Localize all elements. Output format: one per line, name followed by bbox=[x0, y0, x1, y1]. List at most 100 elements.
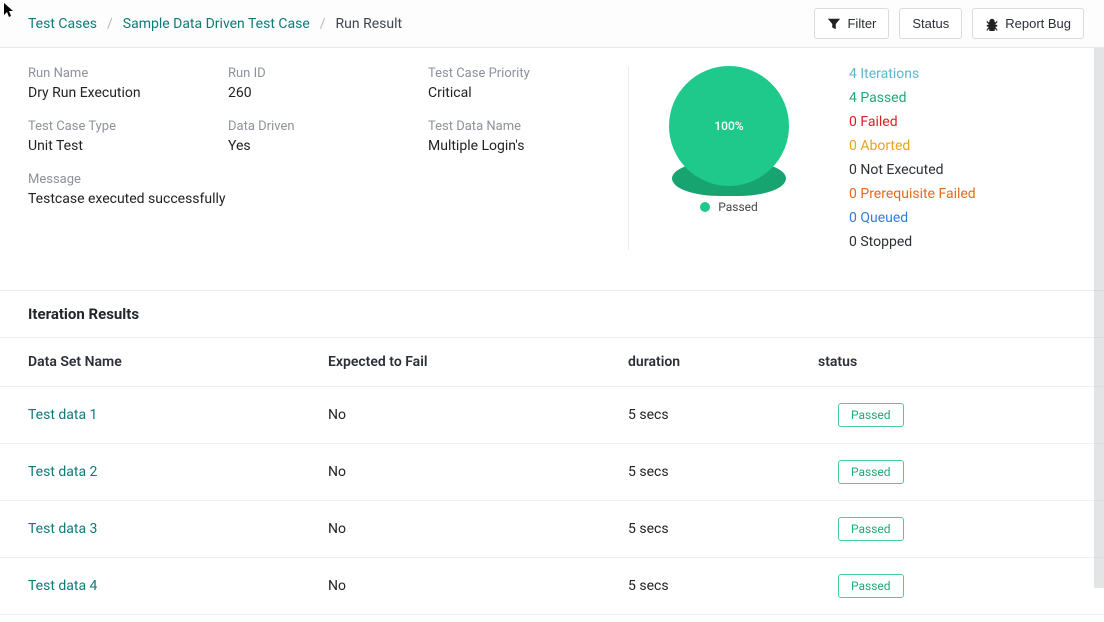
pie-legend: Passed bbox=[700, 200, 758, 214]
case-type-value: Unit Test bbox=[28, 138, 228, 154]
stat-iterations-label: Iterations bbox=[860, 66, 919, 82]
stat-prerequisite-failed[interactable]: 0 Prerequisite Failed bbox=[849, 186, 976, 202]
stat-passed-label: Passed bbox=[860, 90, 906, 106]
legend-label-passed: Passed bbox=[718, 200, 758, 214]
stat-passed-count: 4 bbox=[849, 90, 857, 106]
field-run-id: Run ID 260 bbox=[228, 66, 428, 101]
field-message: Message Testcase executed successfully bbox=[28, 172, 628, 207]
breadcrumb-test-cases[interactable]: Test Cases bbox=[28, 16, 97, 32]
pie-center-label: 100% bbox=[669, 66, 789, 186]
stat-stopped-count: 0 bbox=[849, 234, 857, 250]
message-label: Message bbox=[28, 172, 628, 187]
status-label: Status bbox=[912, 16, 949, 31]
status-button[interactable]: Status bbox=[899, 8, 962, 39]
data-set-link[interactable]: Test data 3 bbox=[28, 521, 328, 537]
run-summary: Run Name Dry Run Execution Run ID 260 Te… bbox=[0, 48, 1104, 290]
iteration-results-title: Iteration Results bbox=[0, 290, 1104, 338]
data-set-link[interactable]: Test data 1 bbox=[28, 407, 328, 423]
table-row: Test data 2 No 5 secs Passed bbox=[0, 444, 1104, 501]
filter-button[interactable]: Filter bbox=[814, 8, 889, 39]
stat-iterations-count: 4 bbox=[849, 66, 857, 82]
stat-iterations[interactable]: 4 Iterations bbox=[849, 66, 976, 82]
report-bug-button[interactable]: Report Bug bbox=[972, 8, 1084, 39]
field-test-data-name: Test Data Name Multiple Login's bbox=[428, 119, 628, 154]
stat-queued-label: Queued bbox=[860, 210, 908, 226]
col-data-set-name: Data Set Name bbox=[28, 354, 328, 370]
priority-value: Critical bbox=[428, 85, 628, 101]
breadcrumb-sep: / bbox=[107, 16, 113, 32]
bug-icon bbox=[985, 17, 999, 31]
field-data-driven: Data Driven Yes bbox=[228, 119, 428, 154]
run-id-value: 260 bbox=[228, 85, 428, 101]
filter-icon bbox=[827, 17, 841, 31]
run-name-label: Run Name bbox=[28, 66, 228, 81]
content-scroll[interactable]: Run Name Dry Run Execution Run ID 260 Te… bbox=[0, 48, 1104, 622]
breadcrumb: Test Cases / Sample Data Driven Test Cas… bbox=[28, 16, 402, 32]
report-bug-label: Report Bug bbox=[1005, 16, 1071, 31]
col-duration: duration bbox=[628, 354, 818, 370]
stat-queued-count: 0 bbox=[849, 210, 857, 226]
data-set-link[interactable]: Test data 2 bbox=[28, 464, 328, 480]
stat-not-executed[interactable]: 0 Not Executed bbox=[849, 162, 976, 178]
duration-value: 5 secs bbox=[628, 578, 818, 594]
pie-chart: 100% bbox=[669, 66, 789, 186]
status-badge: Passed bbox=[838, 403, 904, 427]
duration-value: 5 secs bbox=[628, 521, 818, 537]
stat-stopped[interactable]: 0 Stopped bbox=[849, 234, 976, 250]
duration-value: 5 secs bbox=[628, 407, 818, 423]
exp-fail-value: No bbox=[328, 521, 628, 537]
breadcrumb-sample-case[interactable]: Sample Data Driven Test Case bbox=[123, 16, 310, 32]
stat-stopped-label: Stopped bbox=[860, 234, 912, 250]
stat-notexec-count: 0 bbox=[849, 162, 857, 178]
run-id-label: Run ID bbox=[228, 66, 428, 81]
stats-list: 4 Iterations 4 Passed 0 Failed 0 Aborted… bbox=[849, 66, 976, 250]
stat-failed-label: Failed bbox=[860, 114, 897, 130]
summary-fields: Run Name Dry Run Execution Run ID 260 Te… bbox=[28, 66, 628, 250]
status-badge: Passed bbox=[838, 460, 904, 484]
test-data-name-label: Test Data Name bbox=[428, 119, 628, 134]
stat-failed-count: 0 bbox=[849, 114, 857, 130]
stat-aborted[interactable]: 0 Aborted bbox=[849, 138, 976, 154]
table-row: Test data 4 No 5 secs Passed bbox=[0, 558, 1104, 615]
iteration-table: Data Set Name Expected to Fail duration … bbox=[0, 338, 1104, 615]
scrollbar-vertical[interactable] bbox=[1094, 48, 1104, 588]
breadcrumb-sep: / bbox=[320, 16, 326, 32]
col-status: status bbox=[818, 354, 1076, 370]
priority-label: Test Case Priority bbox=[428, 66, 628, 81]
data-driven-label: Data Driven bbox=[228, 119, 428, 134]
legend-dot-passed bbox=[700, 202, 710, 212]
iteration-header-row: Data Set Name Expected to Fail duration … bbox=[0, 338, 1104, 387]
exp-fail-value: No bbox=[328, 464, 628, 480]
field-run-name: Run Name Dry Run Execution bbox=[28, 66, 228, 101]
filter-label: Filter bbox=[847, 16, 876, 31]
stat-notexec-label: Not Executed bbox=[860, 162, 943, 178]
stat-queued[interactable]: 0 Queued bbox=[849, 210, 976, 226]
message-value: Testcase executed successfully bbox=[28, 191, 628, 207]
status-badge: Passed bbox=[838, 574, 904, 598]
breadcrumb-current: Run Result bbox=[336, 16, 403, 32]
test-data-name-value: Multiple Login's bbox=[428, 138, 628, 154]
field-priority: Test Case Priority Critical bbox=[428, 66, 628, 101]
topbar: Test Cases / Sample Data Driven Test Cas… bbox=[0, 0, 1104, 48]
stat-prereq-label: Prerequisite Failed bbox=[860, 186, 975, 202]
field-case-type: Test Case Type Unit Test bbox=[28, 119, 228, 154]
stat-failed[interactable]: 0 Failed bbox=[849, 114, 976, 130]
stat-aborted-label: Aborted bbox=[860, 138, 910, 154]
topbar-actions: Filter Status Report Bug bbox=[814, 8, 1084, 39]
run-name-value: Dry Run Execution bbox=[28, 85, 228, 101]
stat-prereq-count: 0 bbox=[849, 186, 857, 202]
table-row: Test data 3 No 5 secs Passed bbox=[0, 501, 1104, 558]
case-type-label: Test Case Type bbox=[28, 119, 228, 134]
stat-passed[interactable]: 4 Passed bbox=[849, 90, 976, 106]
status-badge: Passed bbox=[838, 517, 904, 541]
stat-aborted-count: 0 bbox=[849, 138, 857, 154]
data-driven-value: Yes bbox=[228, 138, 428, 154]
data-set-link[interactable]: Test data 4 bbox=[28, 578, 328, 594]
summary-chart-stats: 100% Passed 4 Iterations 4 Passed 0 bbox=[628, 66, 1076, 250]
col-expected-to-fail: Expected to Fail bbox=[328, 354, 628, 370]
pie-chart-wrap: 100% Passed bbox=[669, 66, 789, 214]
duration-value: 5 secs bbox=[628, 464, 818, 480]
exp-fail-value: No bbox=[328, 578, 628, 594]
exp-fail-value: No bbox=[328, 407, 628, 423]
table-row: Test data 1 No 5 secs Passed bbox=[0, 387, 1104, 444]
